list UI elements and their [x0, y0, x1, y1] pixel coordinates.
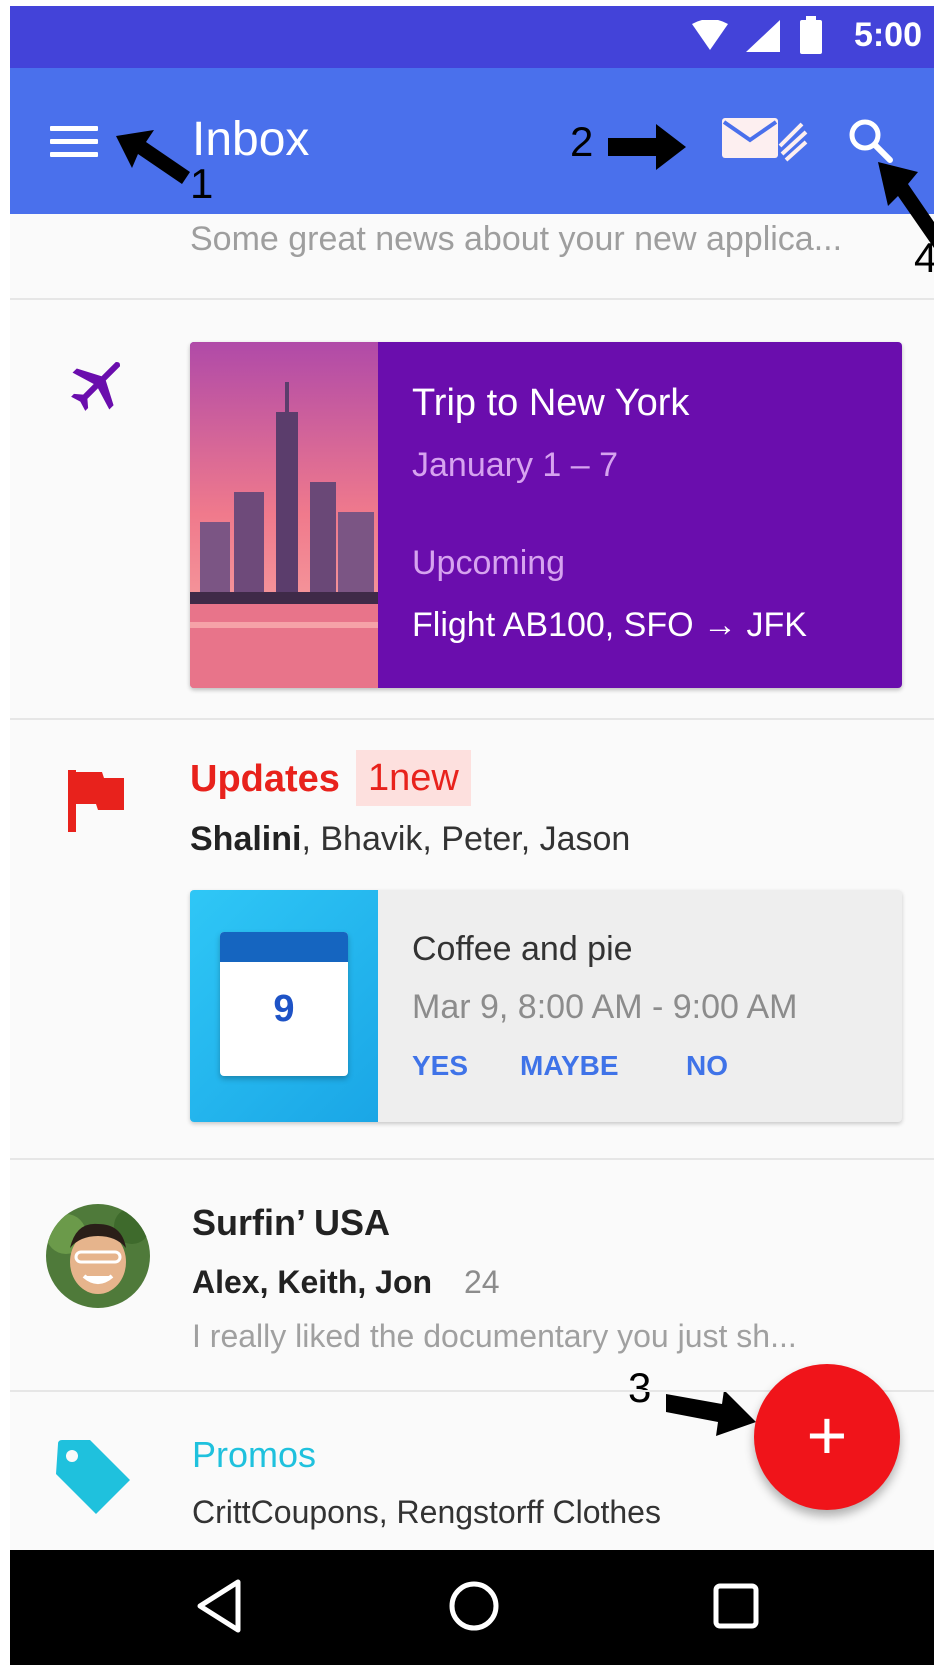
status-time: 5:00 — [853, 16, 922, 54]
updates-senders: Shalini, Bhavik, Peter, Jason — [190, 820, 630, 859]
promos-senders: CrittCoupons, Rengstorff Clothes — [192, 1494, 661, 1530]
airplane-icon — [71, 361, 121, 411]
rsvp-yes-button[interactable]: YES — [412, 1050, 468, 1082]
annotation-arrow-3 — [666, 1390, 756, 1436]
divider — [10, 718, 934, 720]
annotation-arrow-2 — [608, 124, 686, 170]
plus-icon: + — [806, 1396, 848, 1474]
city-skyline-image — [190, 342, 378, 688]
rsvp-maybe-button[interactable]: MAYBE — [520, 1050, 619, 1082]
inbox-screen: 5:00 Inbox 1 2 4 3 Some great news about… — [10, 6, 934, 1665]
trip-status: Upcoming — [412, 544, 566, 582]
thread-count: 24 — [464, 1264, 500, 1300]
annotation-arrow-1 — [116, 130, 190, 184]
new-count-badge: 1new — [356, 750, 471, 806]
annotation-number-3: 3 — [628, 1364, 652, 1411]
signal-icon — [746, 20, 780, 52]
trip-flight: Flight AB100, SFO → JFK — [412, 606, 807, 644]
wifi-icon — [692, 20, 728, 50]
trip-dates: January 1 – 7 — [412, 446, 619, 484]
tag-icon — [56, 1440, 130, 1514]
event-time: Mar 9, 8:00 AM - 9:00 AM — [412, 988, 798, 1026]
battery-icon — [800, 16, 822, 54]
updates-sender-bold: Shalini — [190, 820, 302, 858]
status-bar: 5:00 — [10, 6, 934, 68]
flag-icon — [68, 770, 124, 832]
sweep-icon[interactable] — [722, 116, 808, 162]
updates-label[interactable]: Updates — [190, 758, 340, 801]
rsvp-no-button[interactable]: NO — [686, 1050, 728, 1082]
annotation-number-2: 2 — [570, 118, 594, 165]
search-icon[interactable] — [846, 116, 894, 164]
divider — [10, 1158, 934, 1160]
thread-senders: Alex, Keith, Jon — [192, 1264, 433, 1300]
recents-icon[interactable] — [712, 1582, 760, 1630]
avatar[interactable] — [46, 1204, 150, 1308]
event-card[interactable]: 9 Coffee and pie Mar 9, 8:00 AM - 9:00 A… — [190, 890, 902, 1122]
home-icon[interactable] — [446, 1578, 502, 1634]
calendar-art: 9 — [190, 890, 378, 1122]
calendar-day: 9 — [273, 988, 295, 1030]
thread-subject[interactable]: Surfin’ USA — [192, 1202, 390, 1244]
calendar-icon: 9 — [220, 932, 348, 1076]
compose-fab-button[interactable]: + — [754, 1364, 900, 1510]
divider — [10, 298, 934, 300]
menu-icon[interactable] — [50, 126, 98, 160]
annotation-number-4: 4 — [914, 234, 934, 281]
trip-title: Trip to New York — [412, 382, 690, 424]
promos-label[interactable]: Promos — [192, 1434, 316, 1476]
message-snippet[interactable]: Some great news about your new applica..… — [190, 220, 842, 259]
event-title: Coffee and pie — [412, 930, 633, 968]
trip-card[interactable]: Trip to New York January 1 – 7 Upcoming … — [190, 342, 902, 688]
page-title: Inbox — [192, 113, 310, 166]
updates-senders-rest: , Bhavik, Peter, Jason — [301, 820, 631, 858]
navigation-bar — [10, 1550, 934, 1665]
thread-snippet: I really liked the documentary you just … — [192, 1318, 797, 1354]
back-icon[interactable] — [194, 1578, 244, 1634]
annotation-number-1: 1 — [190, 160, 214, 207]
